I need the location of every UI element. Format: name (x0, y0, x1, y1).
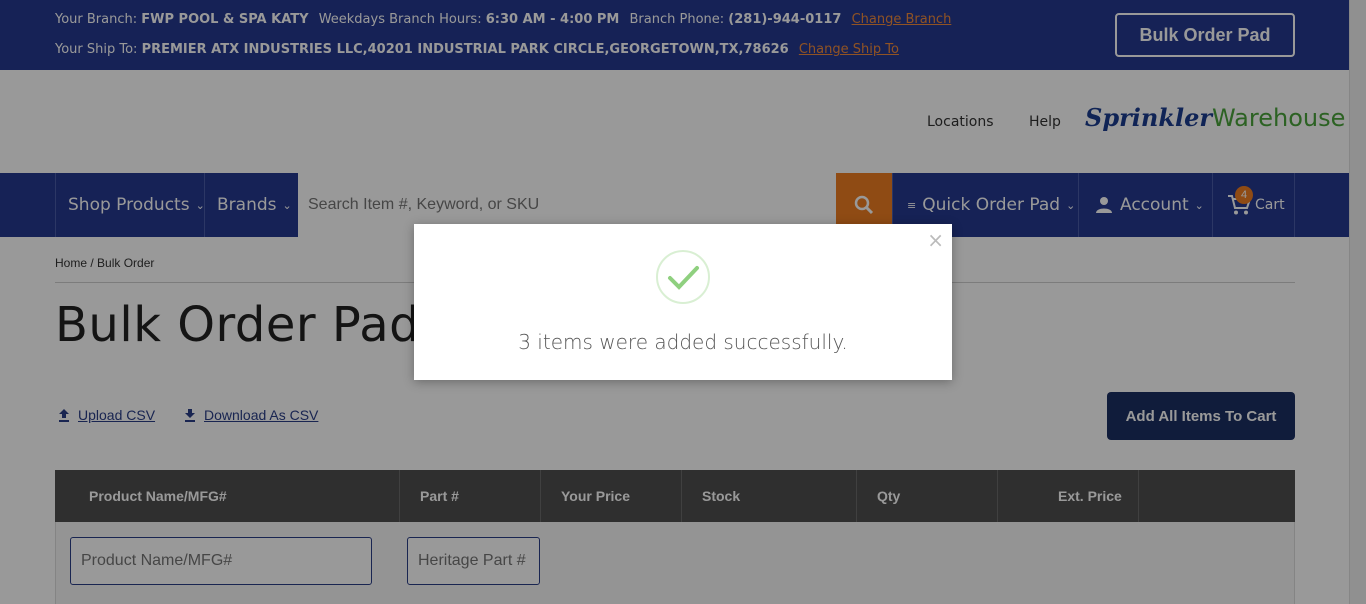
success-message: 3 items were added successfully. (518, 330, 848, 354)
success-dialog: × 3 items were added successfully. (414, 224, 952, 380)
close-icon[interactable]: × (927, 228, 944, 252)
success-check-icon (656, 250, 710, 304)
